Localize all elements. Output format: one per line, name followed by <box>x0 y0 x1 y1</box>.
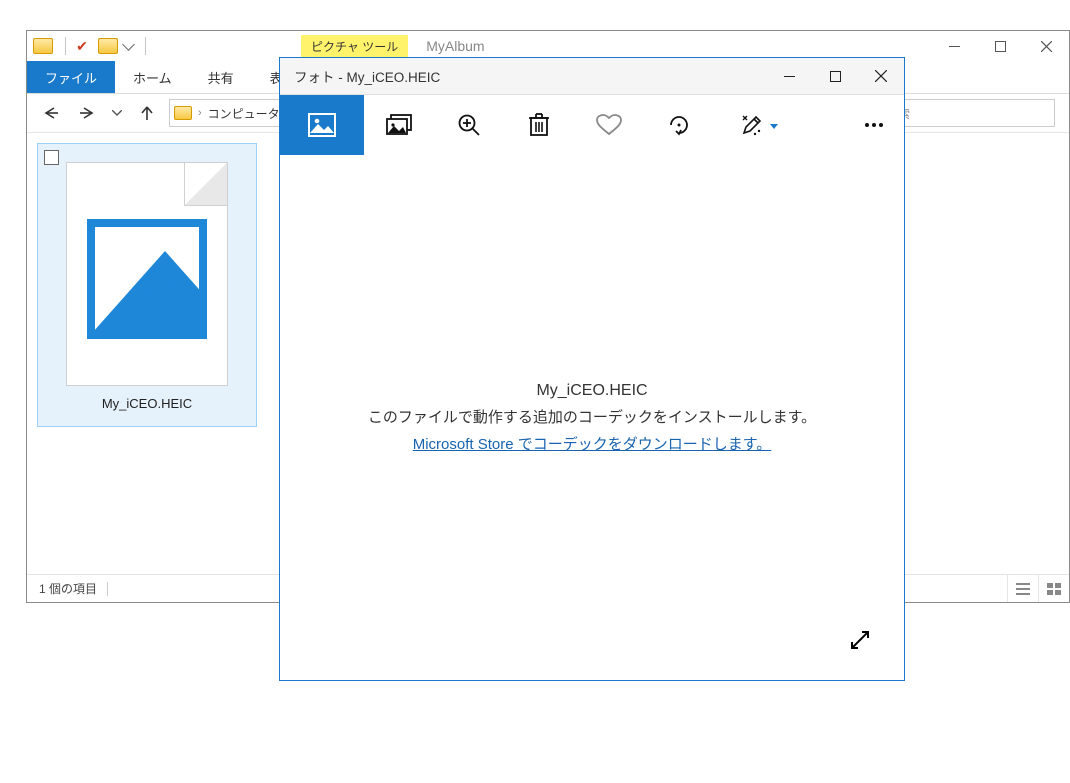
file-item[interactable]: My_iCEO.HEIC <box>37 143 257 427</box>
status-text: 1 個の項目 <box>39 580 97 597</box>
more-button[interactable] <box>844 95 904 155</box>
file-checkbox[interactable] <box>44 150 59 165</box>
explorer-close-button[interactable] <box>1023 31 1069 61</box>
photos-maximize-button[interactable] <box>812 58 858 94</box>
properties-icon[interactable]: ✔ <box>74 38 90 54</box>
ribbon-tab-share[interactable]: 共有 <box>190 61 252 93</box>
separator <box>145 37 146 55</box>
history-dropdown[interactable] <box>109 99 125 127</box>
chevron-right-icon: › <box>198 107 202 119</box>
file-name-label: My_iCEO.HEIC <box>102 396 192 411</box>
zoom-button[interactable] <box>434 95 504 155</box>
file-thumbnail <box>66 162 228 386</box>
ribbon-tab-home[interactable]: ホーム <box>115 61 190 93</box>
view-details-button[interactable] <box>1007 575 1038 602</box>
view-large-icons-button[interactable] <box>1038 575 1069 602</box>
photos-close-button[interactable] <box>858 58 904 94</box>
content-filename: My_iCEO.HEIC <box>536 382 647 400</box>
breadcrumb-segment[interactable]: コンピュータ <box>208 105 280 122</box>
codec-message: このファイルで動作する追加のコーデックをインストールします。 <box>368 406 816 427</box>
up-button[interactable] <box>133 99 161 127</box>
folder-icon <box>174 106 192 120</box>
quick-access-toolbar: ✔ <box>27 37 146 55</box>
codec-download-link[interactable]: Microsoft Store でコーデックをダウンロードします。 <box>413 433 772 454</box>
back-button[interactable] <box>37 99 65 127</box>
favorite-button[interactable] <box>574 95 644 155</box>
edit-button[interactable] <box>714 95 804 155</box>
folder-icon <box>33 38 53 54</box>
photos-toolbar <box>280 95 904 155</box>
view-photo-button[interactable] <box>280 95 364 155</box>
explorer-minimize-button[interactable] <box>931 31 977 61</box>
separator <box>107 582 108 596</box>
photos-window: フォト - My_iCEO.HEIC <box>279 57 905 681</box>
delete-button[interactable] <box>504 95 574 155</box>
separator <box>65 37 66 55</box>
qat-dropdown-icon[interactable] <box>122 38 135 51</box>
photos-content: My_iCEO.HEIC このファイルで動作する追加のコーデックをインストールし… <box>280 155 904 680</box>
new-folder-icon[interactable] <box>98 38 118 54</box>
explorer-title: MyAlbum <box>426 38 484 54</box>
photos-titlebar: フォト - My_iCEO.HEIC <box>280 58 904 95</box>
collection-button[interactable] <box>364 95 434 155</box>
fullscreen-button[interactable] <box>840 620 880 660</box>
context-tab-picture-tools[interactable]: ピクチャ ツール <box>301 35 408 58</box>
rotate-button[interactable] <box>644 95 714 155</box>
explorer-maximize-button[interactable] <box>977 31 1023 61</box>
ribbon-tab-file[interactable]: ファイル <box>27 61 115 93</box>
image-placeholder-icon <box>87 219 207 339</box>
chevron-down-icon <box>770 124 778 129</box>
forward-button[interactable] <box>73 99 101 127</box>
photos-title: フォト - My_iCEO.HEIC <box>280 66 440 86</box>
photos-minimize-button[interactable] <box>766 58 812 94</box>
